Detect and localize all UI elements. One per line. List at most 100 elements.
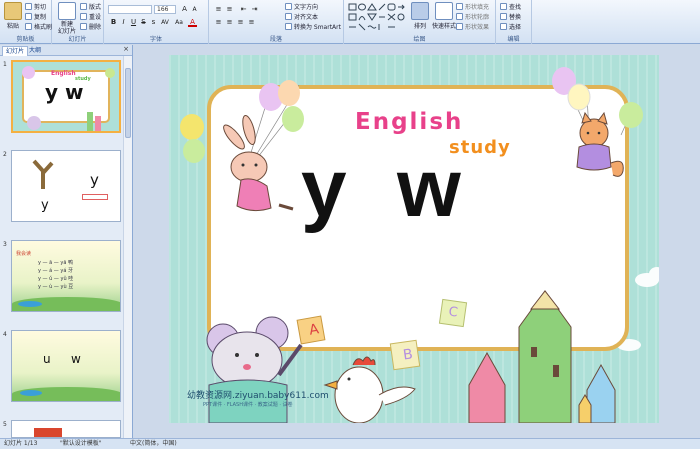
block-b-letter: B: [402, 346, 414, 364]
layout-button[interactable]: 版式: [80, 2, 101, 11]
slide-number: 1: [3, 61, 7, 68]
find-button[interactable]: 查找: [500, 2, 521, 11]
slide-number: 4: [3, 331, 7, 338]
layout-label: 版式: [89, 4, 102, 11]
shape-outline-button[interactable]: 形状轮廓: [456, 12, 489, 21]
slides-group: 新建 幻灯片 版式 重设 删除 幻灯片: [52, 0, 104, 44]
reset-label: 重设: [89, 14, 102, 21]
layout-icon: [80, 3, 87, 10]
smartart-button[interactable]: 转换为 SmartArt: [285, 22, 341, 31]
find-label: 查找: [509, 4, 522, 11]
slide-thumbnail-1[interactable]: English study y w: [11, 60, 121, 133]
replace-button[interactable]: 替换: [500, 12, 521, 21]
thumb3-line: y — ǔ — yǔ 哇: [38, 276, 74, 282]
copy-icon: [25, 13, 32, 20]
font-color-button[interactable]: A: [188, 18, 197, 27]
quick-styles-button[interactable]: 快速样式: [432, 2, 456, 30]
block-c-letter: C: [447, 304, 459, 321]
arrange-button[interactable]: 排列: [410, 2, 430, 30]
shapes-gallery[interactable]: [348, 3, 406, 31]
select-label: 选择: [509, 24, 522, 31]
tab-outline[interactable]: 大纲: [26, 46, 44, 56]
paste-icon: [4, 2, 22, 20]
bold-button[interactable]: B: [109, 18, 118, 27]
cut-button[interactable]: 剪切: [25, 2, 46, 11]
reset-button[interactable]: 重设: [80, 12, 101, 21]
new-slide-button[interactable]: 新建 幻灯片: [55, 2, 79, 35]
align-text-button[interactable]: 对齐文本: [285, 12, 318, 21]
decrease-indent-button[interactable]: ⇤: [239, 5, 248, 14]
branch-icon: [32, 159, 54, 189]
font-size-combo[interactable]: 166: [154, 5, 176, 14]
slides-group-label: 幻灯片: [68, 36, 87, 43]
outline-icon: [456, 13, 463, 20]
align-center-button[interactable]: ≡: [225, 18, 234, 27]
align-right-button[interactable]: ≡: [236, 18, 245, 27]
font-name-combo[interactable]: [108, 5, 152, 14]
tab-slides[interactable]: 幻灯片: [2, 46, 29, 56]
theme-name: "默认设计模板": [60, 440, 102, 447]
slide-letter-y[interactable]: y: [301, 139, 347, 239]
fill-icon: [456, 3, 463, 10]
select-button[interactable]: 选择: [500, 22, 521, 31]
thumb3-line: y — ā — yā 鸭: [38, 260, 73, 266]
slide-canvas[interactable]: English study y w A B C 幼教资源网.ziyuan.bab…: [169, 55, 659, 423]
slide-editor: English study y w A B C 幼教资源网.ziyuan.bab…: [134, 45, 700, 438]
shape-outline-label: 形状轮廓: [465, 14, 490, 21]
format-painter-button[interactable]: 格式刷: [25, 22, 52, 31]
block-a-letter: A: [307, 321, 321, 339]
slide-number: 2: [3, 151, 7, 158]
shrink-font-button[interactable]: A: [190, 5, 199, 14]
arrange-icon: [411, 2, 429, 20]
delete-button[interactable]: 删除: [80, 22, 101, 31]
writing-lines: [82, 194, 108, 200]
numbering-button[interactable]: ≡: [225, 5, 234, 14]
arrange-label: 排列: [413, 23, 426, 30]
increase-indent-button[interactable]: ⇥: [250, 5, 259, 14]
shape-effects-button[interactable]: 形状效果: [456, 22, 489, 31]
justify-button[interactable]: ≡: [247, 18, 256, 27]
replace-label: 替换: [509, 14, 522, 21]
slide-number: 5: [3, 421, 7, 428]
slide-thumbnail-3[interactable]: 我会读 y — ā — yā 鸭 y — á — yá 牙 y — ǔ — yǔ…: [11, 240, 121, 312]
paragraph-group: ≡ ≡ ⇤ ⇥ ≡ ≡ ≡ ≡ 文字方向 对齐文本 转换为 SmartArt 段…: [209, 0, 344, 44]
bullets-button[interactable]: ≡: [214, 5, 223, 14]
pencil-icon: [95, 116, 101, 131]
grow-font-button[interactable]: A: [180, 5, 189, 14]
thumb3-line: y — ù — yù 豆: [38, 284, 74, 290]
italic-button[interactable]: I: [119, 18, 128, 27]
drawing-group-label: 绘图: [413, 36, 426, 43]
scrollbar-thumb[interactable]: [125, 68, 131, 138]
editing-group: 查找 替换 选择 编辑: [496, 0, 532, 44]
pane-scrollbar[interactable]: [123, 56, 132, 438]
strike-button[interactable]: S: [139, 18, 148, 27]
paste-button[interactable]: 粘贴: [2, 2, 24, 30]
char-spacing-button[interactable]: AV: [159, 18, 171, 27]
align-left-button[interactable]: ≡: [214, 18, 223, 27]
quick-styles-icon: [435, 2, 453, 20]
close-icon[interactable]: ×: [123, 45, 129, 53]
slide-count: 幻灯片 1/13: [4, 440, 38, 447]
shadow-button[interactable]: s: [149, 18, 158, 27]
editing-group-label: 编辑: [507, 36, 520, 43]
change-case-button[interactable]: Aa: [173, 18, 185, 27]
copy-button[interactable]: 复制: [25, 12, 46, 21]
slide-thumbnail-4[interactable]: u w: [11, 330, 121, 402]
slide-letter-w[interactable]: w: [397, 139, 461, 239]
shape-effects-label: 形状效果: [465, 24, 490, 31]
slide-thumbnail-5[interactable]: [11, 420, 121, 438]
balloon-icon: [105, 68, 115, 78]
new-slide-label: 新建 幻灯片: [57, 21, 76, 35]
shape-fill-button[interactable]: 形状填充: [456, 2, 489, 11]
building-icon: [34, 428, 62, 437]
font-group: 166 A A B I U S s AV Aa A 字体: [104, 0, 209, 44]
paragraph-group-label: 段落: [269, 36, 282, 43]
underline-button[interactable]: U: [129, 18, 138, 27]
text-direction-button[interactable]: 文字方向: [285, 2, 318, 11]
align-text-label: 对齐文本: [294, 14, 319, 21]
pond-icon: [20, 390, 42, 396]
slide-title-english[interactable]: English: [355, 109, 463, 135]
slide-thumbnail-2[interactable]: y y: [11, 150, 121, 222]
font-group-label: 字体: [149, 36, 162, 43]
pencil-icon: [87, 112, 93, 131]
